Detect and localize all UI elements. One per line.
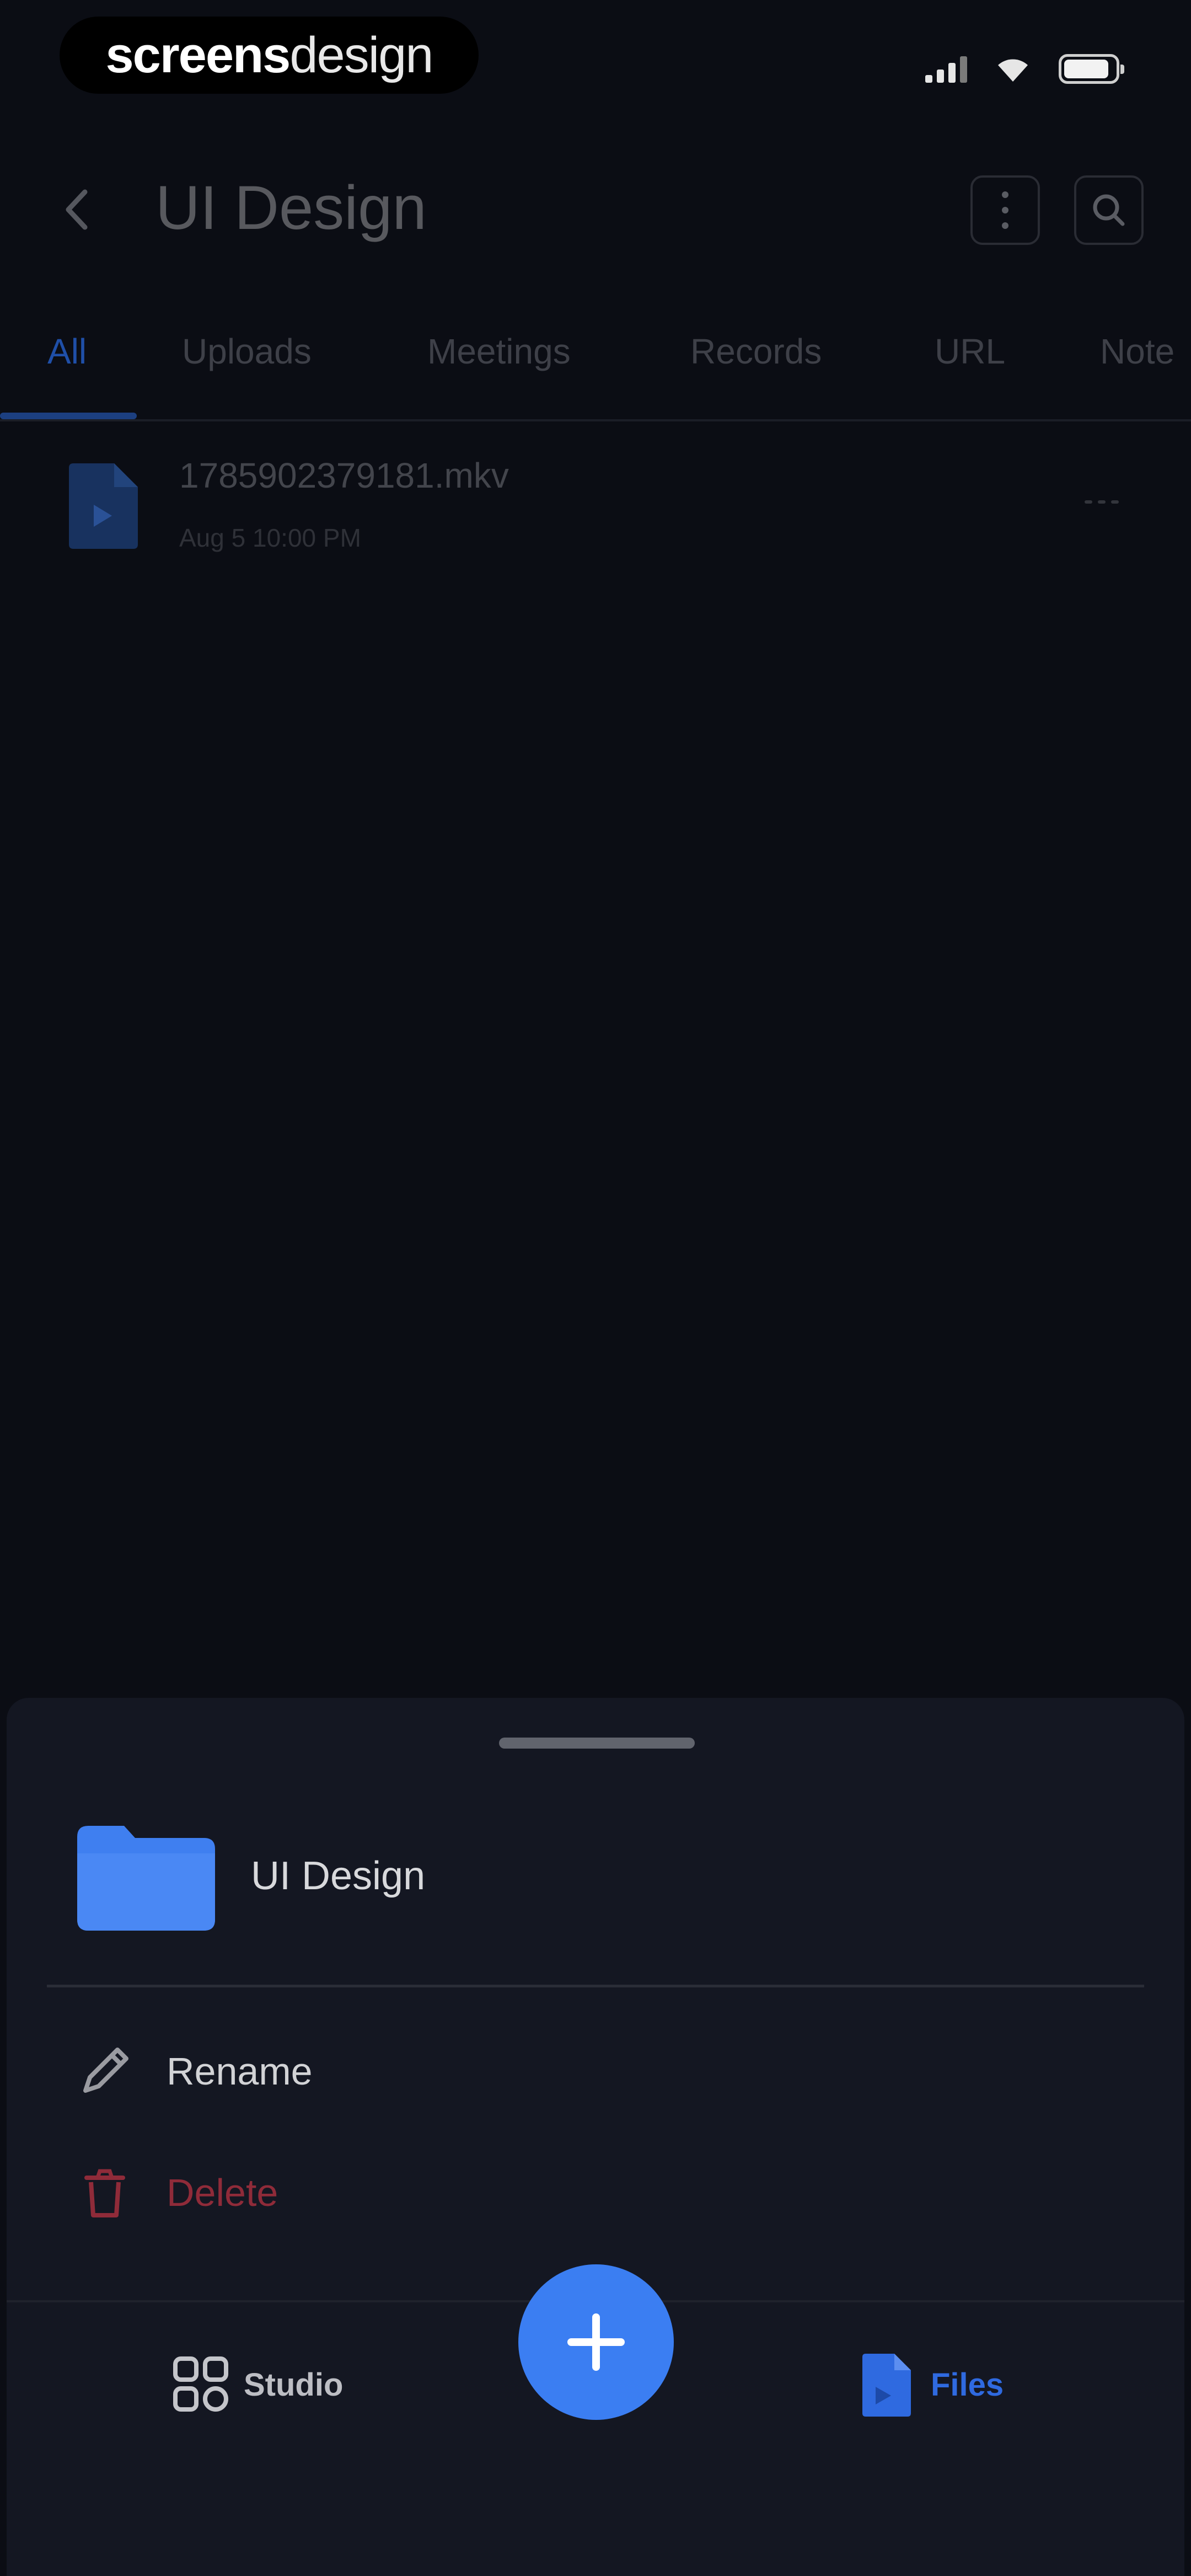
tab-meetings[interactable]: Meetings <box>427 331 571 372</box>
tab-all[interactable]: All <box>47 331 87 372</box>
active-tab-indicator <box>0 413 137 419</box>
delete-label: Delete <box>167 2171 278 2214</box>
tab-uploads[interactable]: Uploads <box>182 331 312 372</box>
search-icon <box>1093 194 1125 226</box>
sheet-divider <box>47 1985 1144 1987</box>
file-date: Aug 5 10:00 PM <box>179 523 361 552</box>
file-more-button[interactable] <box>1074 485 1129 519</box>
file-row[interactable] <box>0 436 1191 557</box>
file-name: 1785902379181.mkv <box>179 456 509 495</box>
tab-records[interactable]: Records <box>690 331 822 372</box>
plus-icon <box>567 2313 625 2371</box>
chevron-left-icon <box>66 189 88 230</box>
rename-label: Rename <box>167 2050 313 2093</box>
screen: screens design UI Design All Uploads Mee… <box>0 0 1191 2576</box>
studio-grid-icon[interactable] <box>171 2354 232 2415</box>
nav-files-label[interactable]: Files <box>931 2366 1004 2403</box>
more-options-button[interactable] <box>970 175 1040 245</box>
sheet-grabber[interactable] <box>499 1738 695 1749</box>
vertical-dots-icon <box>1002 191 1008 229</box>
more-dot-icon <box>1085 500 1092 504</box>
folder-icon <box>77 1826 215 1931</box>
more-dot-icon <box>1111 500 1119 504</box>
page-title: UI Design <box>155 173 427 242</box>
tab-bar <box>0 325 1191 421</box>
tab-url[interactable]: URL <box>935 331 1005 372</box>
files-icon[interactable] <box>859 2353 914 2418</box>
more-dot-icon <box>1098 500 1106 504</box>
video-file-icon <box>69 463 138 549</box>
search-button[interactable] <box>1074 175 1144 245</box>
sheet-folder-name: UI Design <box>251 1854 426 1898</box>
tab-note[interactable]: Note <box>1100 331 1174 372</box>
back-button[interactable] <box>50 182 105 237</box>
nav-studio-label[interactable]: Studio <box>244 2366 343 2403</box>
add-button[interactable] <box>518 2264 674 2420</box>
trash-icon <box>84 2169 125 2217</box>
pencil-icon <box>83 2048 128 2093</box>
